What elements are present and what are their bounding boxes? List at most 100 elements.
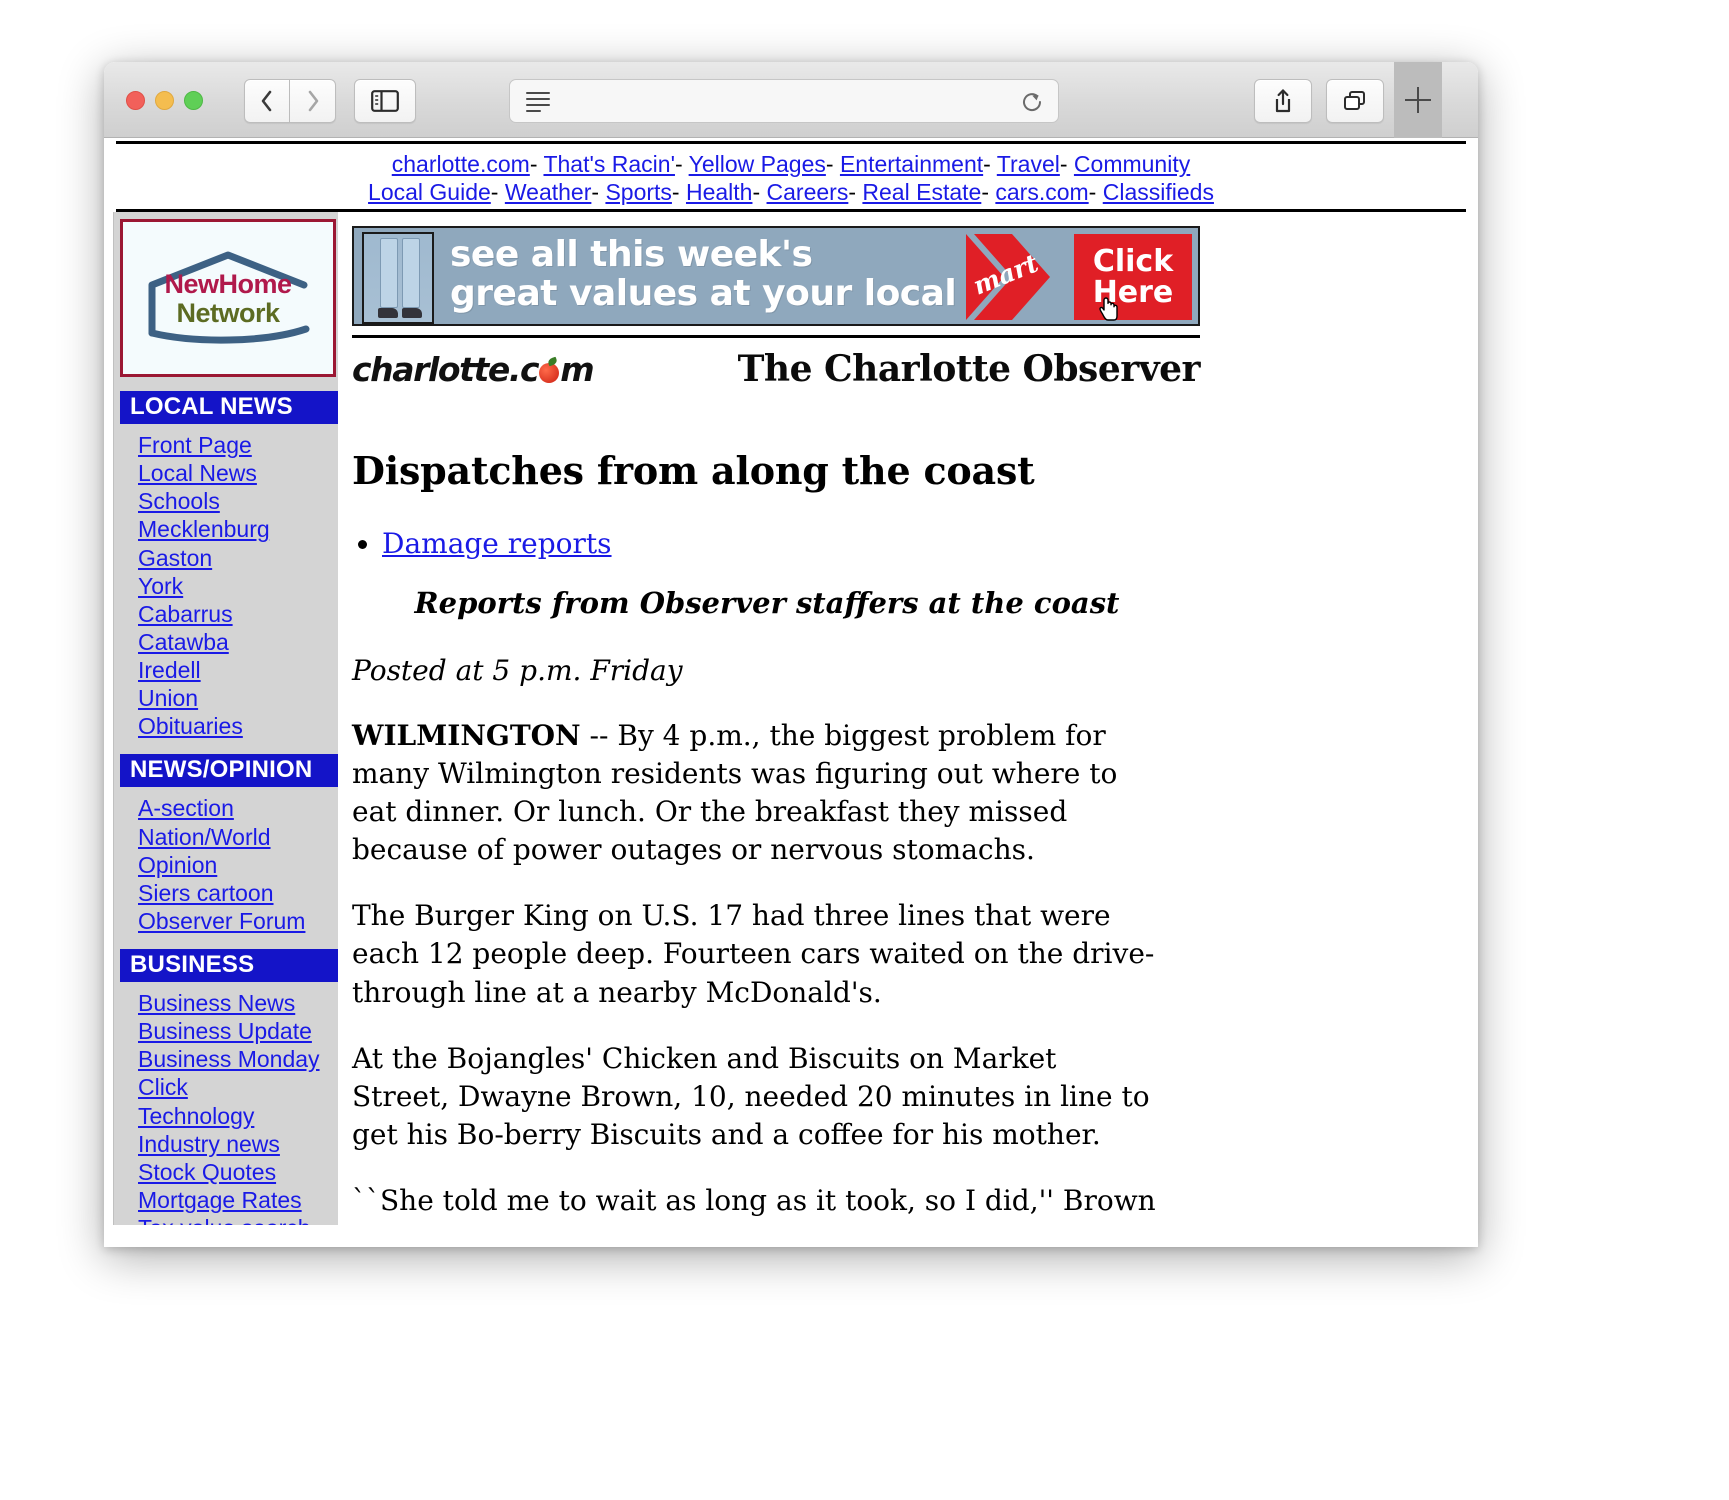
reload-button[interactable]	[1020, 90, 1044, 119]
jeans-right-leg	[402, 238, 420, 309]
chevron-left-icon	[261, 90, 272, 112]
sidebar-icon	[371, 90, 399, 112]
viewport-clip-edge	[104, 1225, 1478, 1247]
jeans-left-leg	[380, 238, 398, 309]
desktop-background: charlotte.com- That's Racin'- Yellow Pag…	[0, 0, 1729, 1500]
newhome-line1: NewHome	[164, 269, 292, 300]
sidebar-section-header-news-opinion: NEWS/OPINION	[120, 754, 338, 788]
sidebar-item-industry-news[interactable]: Industry news	[138, 1131, 338, 1158]
close-window-button[interactable]	[126, 91, 145, 110]
window-controls	[126, 91, 203, 110]
sidebar-item-mecklenburg[interactable]: Mecklenburg	[138, 516, 338, 543]
safari-browser-window: charlotte.com- That's Racin'- Yellow Pag…	[104, 62, 1478, 1247]
topnav-separator: -	[983, 151, 991, 177]
sidebar-item-local-news[interactable]: Local News	[138, 460, 338, 487]
toggle-sidebar-button[interactable]	[354, 79, 416, 123]
topnav-link-real-estate[interactable]: Real Estate	[862, 179, 981, 205]
topnav-link-classifieds[interactable]: Classifieds	[1103, 179, 1214, 205]
kmart-banner-ad[interactable]: see all this week's great values at your…	[352, 226, 1200, 327]
page-columns: NewHome Network LOCAL NEWS Front Page Lo…	[104, 212, 1478, 1247]
plus-icon	[1405, 87, 1431, 113]
topnav-separator: -	[981, 179, 989, 206]
sidebar-item-schools[interactable]: Schools	[138, 488, 338, 515]
topnav-link-community[interactable]: Community	[1074, 151, 1190, 177]
topnav-row-1: charlotte.com - That's Racin' - Yellow Pag…	[116, 150, 1466, 178]
sidebar-section-header-local-news: LOCAL NEWS	[120, 391, 338, 425]
click-here-button[interactable]: Click Here	[1074, 234, 1192, 321]
sidebar-item-obituaries[interactable]: Obituaries	[138, 713, 338, 740]
charlotte-observer-title: The Charlotte Observer	[737, 348, 1201, 391]
left-sidebar: NewHome Network LOCAL NEWS Front Page Lo…	[113, 212, 338, 1247]
article-body: Dispatches from along the coast Damage r…	[352, 448, 1182, 1247]
maximize-window-button[interactable]	[184, 91, 203, 110]
sidebar-section-header-business: BUSINESS	[120, 949, 338, 983]
address-bar[interactable]	[509, 79, 1059, 123]
sidebar-item-opinion[interactable]: Opinion	[138, 852, 338, 879]
minimize-window-button[interactable]	[155, 91, 174, 110]
share-button[interactable]	[1254, 79, 1312, 123]
back-button[interactable]	[244, 79, 290, 123]
article-timestamp: Posted at 5 p.m. Friday	[352, 654, 683, 688]
topnav-link-careers[interactable]: Careers	[767, 179, 849, 205]
topnav-link-local-guide[interactable]: Local Guide	[368, 179, 491, 205]
sidebar-item-union[interactable]: Union	[138, 685, 338, 712]
reader-view-icon[interactable]	[526, 92, 550, 116]
topnav-link-yellow-pages[interactable]: Yellow Pages	[689, 151, 826, 177]
new-tab-button[interactable]	[1394, 62, 1442, 138]
topnav-link-travel[interactable]: Travel	[997, 151, 1060, 177]
topnav-link-cars-com[interactable]: cars.com	[995, 179, 1088, 205]
sidebar-item-business-update[interactable]: Business Update	[138, 1018, 338, 1045]
sidebar-item-nation-world[interactable]: Nation/World	[138, 824, 338, 851]
jeans-photo	[362, 232, 434, 325]
list-item: Damage reports	[382, 527, 1182, 560]
newhome-network-ad[interactable]: NewHome Network	[120, 219, 336, 378]
sidebar-links-news-opinion: A-section Nation/World Opinion Siers car…	[114, 795, 338, 935]
sidebar-item-cabarrus[interactable]: Cabarrus	[138, 601, 338, 628]
sidebar-item-business-monday[interactable]: Business Monday	[138, 1046, 338, 1073]
article-related-links: Damage reports	[382, 527, 1182, 560]
kmart-logo: mart	[958, 234, 1066, 321]
topnav-link-health[interactable]: Health	[686, 179, 752, 205]
topnav-separator: -	[1059, 151, 1068, 177]
charlotte-com-logo[interactable]: charlotte.c m	[352, 349, 595, 389]
sidebar-item-a-section[interactable]: A-section	[138, 795, 338, 822]
newhome-logo: NewHome Network	[138, 243, 318, 353]
sidebar-item-observer-forum[interactable]: Observer Forum	[138, 908, 338, 935]
topnav-link-weather[interactable]: Weather	[505, 179, 592, 205]
tabs-icon	[1344, 91, 1365, 110]
topnav-link-sports[interactable]: Sports	[605, 179, 671, 205]
newhome-line2: Network	[176, 298, 280, 329]
sidebar-item-technology[interactable]: Technology	[138, 1103, 338, 1130]
topnav-link-charlotte-com[interactable]: charlotte.com	[392, 151, 530, 177]
sidebar-item-front-page[interactable]: Front Page	[138, 432, 338, 459]
article-subheadline: Reports from Observer staffers at the co…	[414, 586, 1120, 621]
banner-ad-text: see all this week's great values at your…	[450, 235, 957, 314]
article-paragraph-1: WILMINGTON -- By 4 p.m., the biggest pro…	[352, 717, 1162, 869]
article-dateline: WILMINGTON	[352, 719, 581, 753]
sidebar-item-stock-quotes[interactable]: Stock Quotes	[138, 1159, 338, 1186]
article-paragraph-3: At the Bojangles' Chicken and Biscuits o…	[352, 1041, 1150, 1151]
browser-toolbar	[104, 62, 1478, 138]
sidebar-item-business-news[interactable]: Business News	[138, 990, 338, 1017]
topnav-link-thats-racin[interactable]: That's Racin'	[543, 151, 675, 177]
link-damage-reports[interactable]: Damage reports	[382, 527, 612, 560]
shoe-left	[378, 308, 398, 319]
tab-overview-button[interactable]	[1326, 79, 1384, 123]
sidebar-item-click[interactable]: Click	[138, 1074, 338, 1101]
topnav-separator: -	[752, 179, 761, 206]
sidebar-item-iredell[interactable]: Iredell	[138, 657, 338, 684]
charlotte-logo-post: m	[560, 349, 594, 389]
forward-button[interactable]	[290, 79, 336, 123]
pointing-hand-cursor-icon	[1099, 297, 1118, 321]
sidebar-item-gaston[interactable]: Gaston	[138, 545, 338, 572]
sidebar-item-siers-cartoon[interactable]: Siers cartoon	[138, 880, 338, 907]
topnav-link-entertainment[interactable]: Entertainment	[840, 151, 983, 177]
masthead-divider	[352, 335, 1200, 339]
sidebar-item-mortgage-rates[interactable]: Mortgage Rates	[138, 1187, 338, 1214]
shoe-right	[402, 308, 422, 319]
sidebar-item-catawba[interactable]: Catawba	[138, 629, 338, 656]
sidebar-links-business: Business News Business Update Business M…	[114, 990, 338, 1242]
topnav-separator: -	[591, 179, 600, 206]
topnav-separator: -	[490, 179, 499, 206]
sidebar-item-york[interactable]: York	[138, 573, 338, 600]
